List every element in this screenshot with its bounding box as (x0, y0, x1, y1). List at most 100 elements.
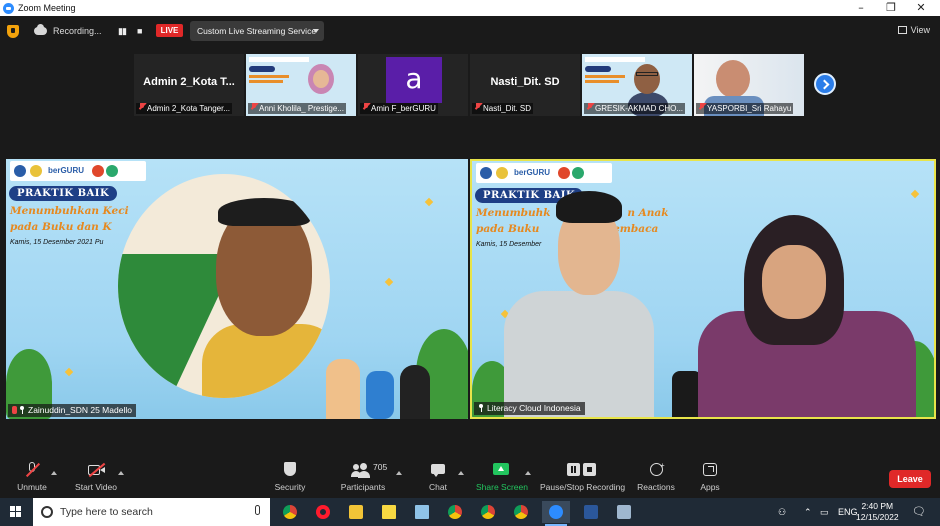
taskbar-app-notepad[interactable] (408, 501, 436, 523)
muted-mic-icon (475, 103, 481, 111)
word-icon (584, 505, 598, 519)
microphone-icon[interactable] (255, 505, 260, 515)
meeting-top-bar: Recording... ▮▮ ■ LIVE Custom Live Strea… (0, 16, 940, 46)
chevron-down-icon (313, 29, 319, 33)
live-stream-dropdown-label: Custom Live Streaming Service (197, 26, 317, 36)
participant-tile[interactable]: YASPORBI_Sri Rahayu (694, 54, 804, 116)
participant-tile[interactable]: Nasti_Dit. SD Nasti_Dit. SD (470, 54, 580, 116)
participant-name: Anni Kholila_ Prestige... (248, 103, 346, 114)
recording-label: Recording... (53, 26, 102, 36)
taskbar-app-misc[interactable] (610, 501, 638, 523)
logo-text: berGURU (514, 168, 551, 177)
slide-headline: Menumbuhkan Keci (10, 205, 129, 217)
chevron-up-icon[interactable] (396, 471, 402, 475)
clock-time: 2:40 PM (861, 501, 894, 511)
live-stream-dropdown[interactable]: Custom Live Streaming Service (190, 21, 324, 41)
participants-icon: 705 (343, 462, 387, 478)
people-icon[interactable]: ⚇ (778, 507, 786, 518)
muted-mic-icon (12, 406, 17, 414)
minimize-button[interactable]: – (846, 0, 876, 16)
leave-button[interactable]: Leave (889, 470, 931, 488)
chevron-up-icon[interactable]: ⌃ (804, 507, 812, 518)
opera-icon (316, 505, 330, 519)
taskbar-app-file-explorer[interactable] (342, 501, 370, 523)
share-screen-button[interactable]: Share Screen (476, 462, 528, 492)
participant-nameplate: Literacy Cloud Indonesia (474, 402, 585, 415)
share-screen-icon (492, 462, 510, 478)
participant-tile[interactable]: GRESIK-AKMAD CHO... (582, 54, 692, 116)
battery-icon[interactable]: ▭ (820, 507, 829, 518)
mic-muted-icon (23, 462, 41, 478)
participant-name-large: Nasti_Dit. SD (490, 76, 560, 88)
start-video-button[interactable]: Start Video (75, 462, 117, 492)
video-tile-left[interactable]: berGURU PRAKTIK BAIK Menumbuhkan Keci pa… (6, 159, 468, 419)
muted-mic-icon (139, 103, 145, 111)
pause-icon[interactable]: ▮▮ (118, 26, 127, 37)
slide-badge: PRAKTIK BAIK (9, 186, 118, 201)
sponsor-logos: berGURU (476, 163, 612, 183)
taskbar-clock[interactable]: 2:40 PM 12/15/2022 (856, 501, 899, 523)
chat-button[interactable]: Chat (424, 462, 452, 492)
zoom-meeting-window: Zoom Meeting – ❐ ✕ Recording... ▮▮ ■ LIV… (0, 0, 940, 526)
participants-button[interactable]: 705 Participants (340, 462, 387, 492)
taskbar-app-chrome[interactable] (441, 501, 469, 523)
muted-mic-icon (587, 103, 593, 111)
meeting-toolbar: Unmute Start Video Security 705 Particip… (0, 457, 940, 498)
smiley-icon: + (647, 461, 665, 478)
taskbar-app-opera[interactable] (309, 501, 337, 523)
folder-icon (349, 505, 363, 519)
participant-tile[interactable]: a Amin F_berGURU (358, 54, 468, 116)
view-button[interactable]: View (897, 25, 930, 35)
restore-button[interactable]: ❐ (876, 0, 906, 16)
participant-name: YASPORBI_Sri Rahayu (696, 103, 794, 114)
search-placeholder: Type here to search (60, 506, 153, 518)
apps-icon (701, 462, 719, 478)
windows-taskbar: Type here to search ⚇ ⌃ ▭ ENG 2:40 PM 12… (0, 498, 940, 526)
taskbar-app-chrome[interactable] (474, 501, 502, 523)
stop-icon[interactable]: ■ (137, 26, 142, 36)
slide-date: Kamis, 15 Desember 2021 Pu (10, 239, 104, 246)
taskbar-search-box[interactable]: Type here to search (33, 498, 270, 526)
chevron-up-icon[interactable] (118, 471, 124, 475)
notification-icon[interactable]: 🗨 (912, 505, 926, 518)
taskbar-app-word[interactable] (577, 501, 605, 523)
pause-stop-recording-button[interactable]: Pause/Stop Recording (540, 462, 625, 492)
shield-icon (281, 462, 299, 478)
security-button[interactable]: Security (272, 462, 308, 492)
recording-indicator: Recording... (28, 22, 110, 40)
taskbar-app-chrome[interactable] (276, 501, 304, 523)
video-tile-right-active-speaker[interactable]: berGURU PRAKTIK BAIK Menumbuhk n Anak pa… (470, 159, 936, 419)
unmute-button[interactable]: Unmute (14, 462, 50, 492)
participant-tile[interactable]: Admin 2_Kota T... Admin 2_Kota Tanger... (134, 54, 244, 116)
windows-start-icon[interactable] (10, 506, 22, 518)
muted-mic-icon (699, 103, 705, 111)
participant-name: Admin 2_Kota Tanger... (136, 103, 233, 114)
taskbar-app-chrome[interactable] (507, 501, 535, 523)
muted-mic-icon (363, 103, 369, 111)
live-badge[interactable]: LIVE (156, 24, 183, 37)
clock-date: 12/15/2022 (856, 512, 899, 522)
next-page-button[interactable] (814, 73, 836, 95)
muted-mic-icon (251, 103, 257, 111)
zoom-logo-icon (3, 2, 14, 14)
participant-tile[interactable]: Anni Kholila_ Prestige... (246, 54, 356, 116)
spotlight-icon (478, 404, 484, 412)
chat-icon (429, 462, 447, 478)
notepad-icon (415, 505, 429, 519)
chevron-up-icon[interactable] (525, 471, 531, 475)
chevron-up-icon[interactable] (458, 471, 464, 475)
taskbar-app-zoom[interactable] (542, 501, 570, 526)
apps-button[interactable]: Apps (696, 462, 724, 492)
pause-stop-icon (565, 462, 599, 478)
participant-video (118, 174, 330, 398)
reactions-button[interactable]: + Reactions (636, 461, 676, 492)
sticky-notes-icon (382, 505, 396, 519)
language-indicator[interactable]: ENG (838, 507, 858, 517)
chrome-icon (481, 505, 495, 519)
taskbar-app-sticky-notes[interactable] (375, 501, 403, 523)
participant-name: GRESIK-AKMAD CHO... (584, 103, 686, 114)
shield-icon[interactable] (7, 25, 19, 38)
zoom-icon (549, 505, 563, 519)
close-button[interactable]: ✕ (906, 0, 936, 16)
chevron-up-icon[interactable] (51, 471, 57, 475)
